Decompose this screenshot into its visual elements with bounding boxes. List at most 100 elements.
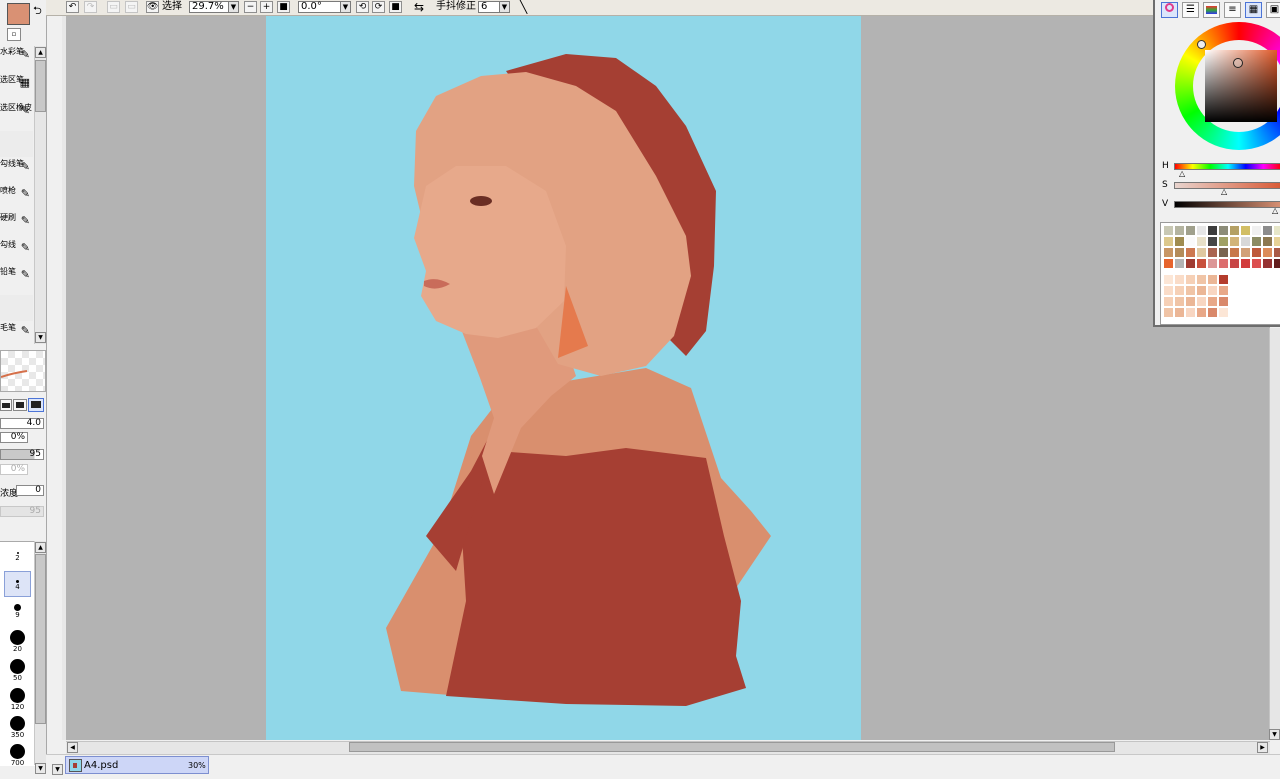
swatch-cell[interactable] (1197, 259, 1206, 268)
size-option-50[interactable]: 50 (4, 657, 31, 685)
canvas-scroll-left[interactable]: ◀ (67, 742, 78, 753)
swatch-cell[interactable] (1219, 308, 1228, 317)
swatch-cell[interactable] (1219, 248, 1228, 257)
swatch-cell[interactable] (1164, 286, 1173, 295)
swatch-cell[interactable] (1197, 226, 1206, 235)
size-option-2[interactable]: 2 (4, 547, 31, 569)
canvas-scroll-right[interactable]: ▶ (1257, 742, 1268, 753)
swatch-cell[interactable] (1208, 248, 1217, 257)
tool-watercolor[interactable]: 水彩笔 ✎ (0, 47, 32, 73)
swatch-cell[interactable] (1274, 237, 1280, 246)
swatch-cell[interactable] (1197, 308, 1206, 317)
hsv-slider-tab-icon[interactable] (1203, 2, 1220, 18)
shape-square-icon[interactable] (28, 398, 44, 412)
invert-selection-button[interactable]: ▭ (125, 1, 138, 13)
tool-pencil[interactable]: 铅笔 ✎ (0, 267, 32, 293)
angle-field[interactable]: 0.0° (298, 1, 342, 13)
tool-scroll-thumb[interactable] (35, 60, 46, 112)
zoom-reset-button[interactable]: ■ (277, 1, 290, 13)
swatch-cell[interactable] (1230, 259, 1239, 268)
swatch-cell[interactable] (1164, 259, 1173, 268)
stabilizer-field[interactable]: 6 (478, 1, 500, 13)
swatch-cell[interactable] (1230, 248, 1239, 257)
swatch-cell[interactable] (1186, 248, 1195, 257)
rotate-right-button[interactable]: ⟳ (372, 1, 385, 13)
tool-brush[interactable]: 毛笔 ✎ (0, 323, 32, 343)
swatch-cell[interactable] (1197, 275, 1206, 284)
swatch-cell[interactable] (1175, 237, 1184, 246)
swatch-cell[interactable] (1219, 297, 1228, 306)
size-option-700[interactable]: 700 (4, 742, 31, 767)
stabilizer-dropdown-icon[interactable]: ▼ (499, 1, 510, 13)
rgb-slider-tab-icon[interactable]: ☰ (1182, 2, 1199, 18)
tool-line-pen[interactable]: 勾线笔 ✎ (0, 159, 32, 185)
size-option-120[interactable]: 120 (4, 686, 31, 714)
swatch-cell[interactable] (1219, 226, 1228, 235)
swatch-cell[interactable] (1164, 297, 1173, 306)
swatch-cell[interactable] (1186, 308, 1195, 317)
redo-button[interactable]: ↷ (84, 1, 97, 13)
swatch-cell[interactable] (1252, 237, 1261, 246)
flip-horizontal-icon[interactable]: ⇆ (414, 1, 424, 13)
artwork-canvas[interactable] (266, 16, 861, 740)
tool-selection-pen[interactable]: 选区笔 ▦ (0, 75, 32, 101)
swatch-cell[interactable] (1252, 226, 1261, 235)
swatch-cell[interactable] (1175, 308, 1184, 317)
swatch-cell[interactable] (1175, 275, 1184, 284)
swatch-cell[interactable] (1263, 226, 1272, 235)
swatch-cell[interactable] (1274, 259, 1280, 268)
swatch-cell[interactable] (1175, 259, 1184, 268)
shape-flat-icon[interactable] (13, 399, 27, 411)
tool-scroll-up[interactable]: ▲ (35, 47, 46, 58)
brush-size-field[interactable]: 4.0 (0, 418, 44, 429)
swatch-cell[interactable] (1208, 308, 1217, 317)
swatch-cell[interactable] (1241, 237, 1250, 246)
size-option-20[interactable]: 20 (4, 628, 31, 656)
swatch-cell[interactable] (1263, 259, 1272, 268)
deselect-button[interactable]: ▭ (107, 1, 120, 13)
canvas-vertical-scrollbar[interactable] (1269, 328, 1280, 740)
swatch-cell[interactable] (1230, 226, 1239, 235)
swatch-cell[interactable] (1208, 286, 1217, 295)
swatch-cell[interactable] (1164, 248, 1173, 257)
swatch-cell[interactable] (1186, 297, 1195, 306)
swatch-cell[interactable] (1274, 226, 1280, 235)
list-tab-icon[interactable]: ≡ (1224, 2, 1241, 18)
size-scroll-down[interactable]: ▼ (35, 763, 46, 774)
reset-colors-icon[interactable]: ▫ (7, 28, 21, 41)
swatch-cell[interactable] (1175, 286, 1184, 295)
h-slider[interactable] (1174, 163, 1280, 170)
document-tab[interactable]: A4.psd 30% (65, 756, 209, 774)
angle-dropdown-icon[interactable]: ▼ (340, 1, 351, 13)
swatch-cell[interactable] (1252, 259, 1261, 268)
swatch-cell[interactable] (1274, 248, 1280, 257)
tab-bar-scroll-icon[interactable]: ▼ (52, 764, 63, 775)
s-slider-knob[interactable]: △ (1221, 188, 1227, 196)
swatch-cell[interactable] (1164, 226, 1173, 235)
tool-hard-brush[interactable]: 硬刷 ✎ (0, 213, 32, 239)
swatch-cell[interactable] (1241, 248, 1250, 257)
swatch-cell[interactable] (1197, 237, 1206, 246)
size-option-9[interactable]: 9 (4, 600, 31, 626)
swatch-cell[interactable] (1164, 237, 1173, 246)
swatch-cell[interactable] (1263, 248, 1272, 257)
persistence-field[interactable]: 95 (0, 506, 44, 517)
sv-marker[interactable] (1233, 58, 1243, 68)
swatch-cell[interactable] (1197, 248, 1206, 257)
size-scroll-up[interactable]: ▲ (35, 542, 46, 553)
swatch-cell[interactable] (1208, 275, 1217, 284)
swatch-cell[interactable] (1175, 297, 1184, 306)
dilution-field[interactable]: 0 (16, 485, 44, 496)
swatch-cell[interactable] (1186, 226, 1195, 235)
rotate-reset-button[interactable]: ■ (389, 1, 402, 13)
size-option-4[interactable]: 4 (4, 571, 31, 597)
swatch-cell[interactable] (1175, 226, 1184, 235)
swatch-cell[interactable] (1186, 259, 1195, 268)
swatch-cell[interactable] (1208, 297, 1217, 306)
foreground-color-swatch[interactable] (7, 3, 30, 25)
tool-selection-eraser[interactable]: 选区橡皮 ✎ (0, 103, 32, 129)
swatch-cell[interactable] (1230, 237, 1239, 246)
canvas-scroll-down[interactable]: ▼ (1269, 729, 1280, 740)
swatch-cell[interactable] (1208, 226, 1217, 235)
swatch-cell[interactable] (1197, 286, 1206, 295)
